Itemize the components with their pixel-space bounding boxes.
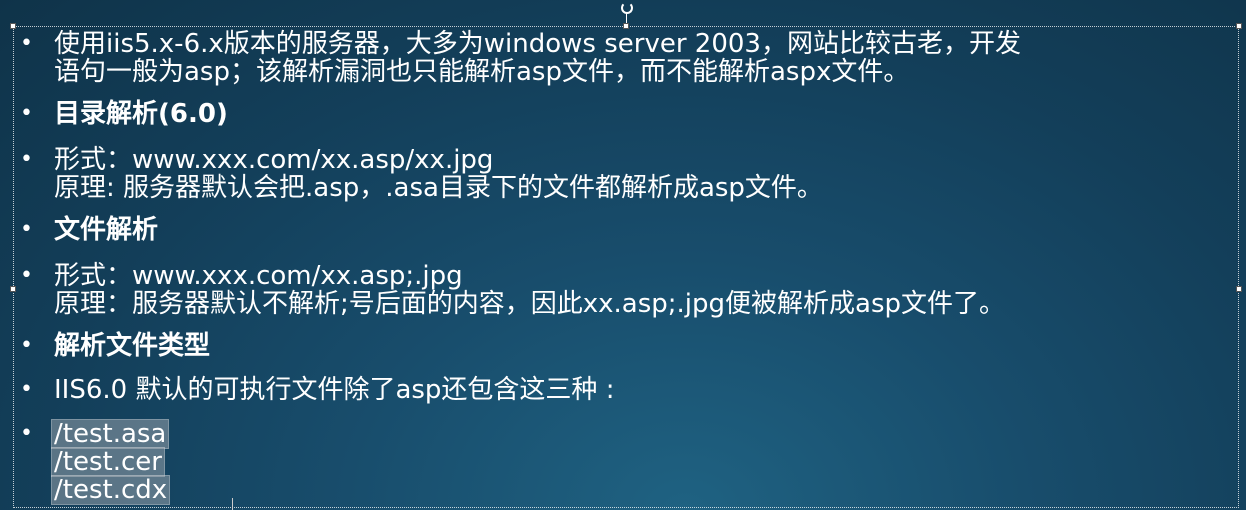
bullet-line: 形式：www.xxx.com/xx.asp/xx.jpg bbox=[54, 145, 494, 175]
bullet-icon: • bbox=[20, 217, 33, 242]
selected-text[interactable]: /test.cer bbox=[51, 447, 165, 477]
resize-handle-left[interactable] bbox=[10, 286, 16, 292]
bullet-heading: 解析文件类型 bbox=[54, 331, 211, 361]
resize-handle-top-right[interactable] bbox=[1236, 23, 1242, 29]
bullet-icon: • bbox=[20, 147, 33, 172]
bullet-line: IIS6.0 默认的可执行文件除了asp还包含这三种 : bbox=[54, 375, 615, 405]
resize-handle-right[interactable] bbox=[1236, 286, 1242, 292]
resize-handle-top-left[interactable] bbox=[10, 23, 16, 29]
bullet-icon: • bbox=[20, 263, 33, 288]
bullet-icon: • bbox=[20, 31, 33, 56]
bullet-icon: • bbox=[20, 333, 33, 358]
bullet-heading: 目录解析(6.0) bbox=[54, 99, 228, 129]
rotate-handle-icon[interactable] bbox=[621, 2, 633, 14]
bullet-line: 原理: 服务器默认会把.asp，.asa目录下的文件都解析成asp文件。 bbox=[54, 173, 823, 203]
text-cursor-icon bbox=[232, 498, 241, 510]
selected-text[interactable]: /test.cdx bbox=[50, 475, 171, 505]
bullet-line: 语句一般为asp；该解析漏洞也只能解析asp文件，而不能解析aspx文件。 bbox=[54, 57, 910, 87]
bullet-icon: • bbox=[20, 377, 33, 402]
bullet-icon: • bbox=[20, 421, 33, 446]
bullet-line: 使用iis5.x-6.x版本的服务器，大多为windows server 200… bbox=[54, 29, 1021, 59]
bullet-icon: • bbox=[20, 101, 33, 126]
selected-text[interactable]: /test.asa bbox=[50, 419, 170, 449]
bullet-heading: 文件解析 bbox=[54, 215, 159, 245]
bullet-line: 原理：服务器默认不解析;号后面的内容，因此xx.asp;.jpg便被解析成asp… bbox=[54, 289, 1006, 319]
bullet-line: 形式：www.xxx.com/xx.asp;.jpg bbox=[54, 261, 463, 291]
